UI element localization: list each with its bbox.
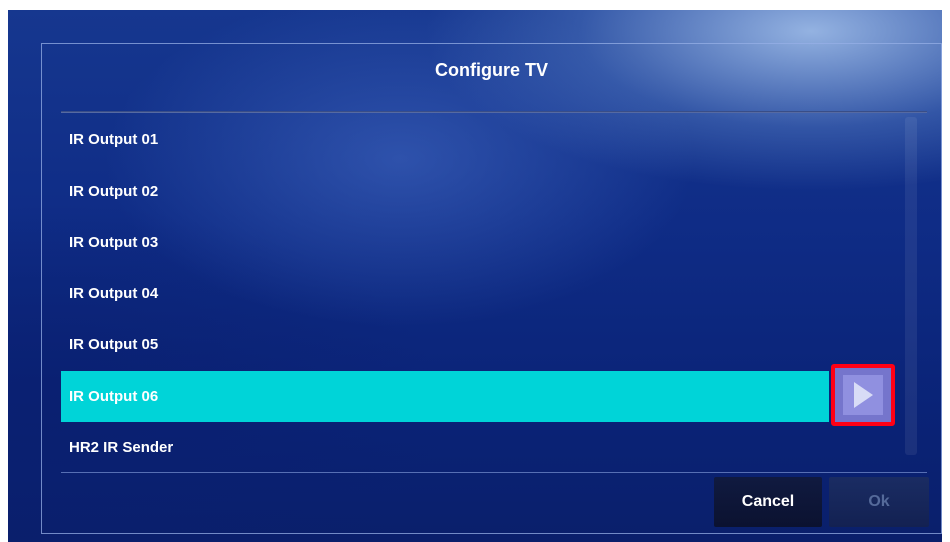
screen-background: Configure TV IR Output 01 IR Output 02 I… — [8, 10, 942, 542]
list-item-label: IR Output 04 — [69, 285, 159, 302]
dialog-title: Configure TV — [435, 60, 548, 80]
list-scrollbar[interactable] — [905, 117, 917, 455]
list-item-label: IR Output 01 — [69, 131, 159, 148]
list-item[interactable]: IR Output 03 — [61, 217, 829, 268]
list-item[interactable]: IR Output 05 — [61, 319, 829, 370]
highlighted-arrow-button[interactable] — [831, 364, 895, 426]
list-item-selected[interactable]: IR Output 06 — [61, 371, 829, 422]
list-item-label: IR Output 02 — [69, 183, 159, 200]
list-item-label: IR Output 06 — [69, 388, 159, 405]
list-item-label: IR Output 05 — [69, 336, 159, 353]
title-divider — [61, 111, 927, 113]
ok-button[interactable]: Ok — [829, 477, 929, 527]
list-item[interactable]: IR Output 04 — [61, 268, 829, 319]
list-item-label: HR2 IR Sender — [69, 439, 174, 456]
footer-divider — [61, 472, 927, 473]
configure-tv-dialog: Configure TV IR Output 01 IR Output 02 I… — [41, 43, 942, 534]
list-item[interactable]: IR Output 01 — [61, 114, 829, 165]
list-item-label: IR Output 03 — [69, 234, 159, 251]
cancel-button[interactable]: Cancel — [714, 477, 822, 527]
list-item[interactable]: HR2 IR Sender — [61, 422, 829, 473]
play-arrow-icon[interactable] — [843, 375, 883, 415]
list-item[interactable]: IR Output 02 — [61, 166, 829, 217]
